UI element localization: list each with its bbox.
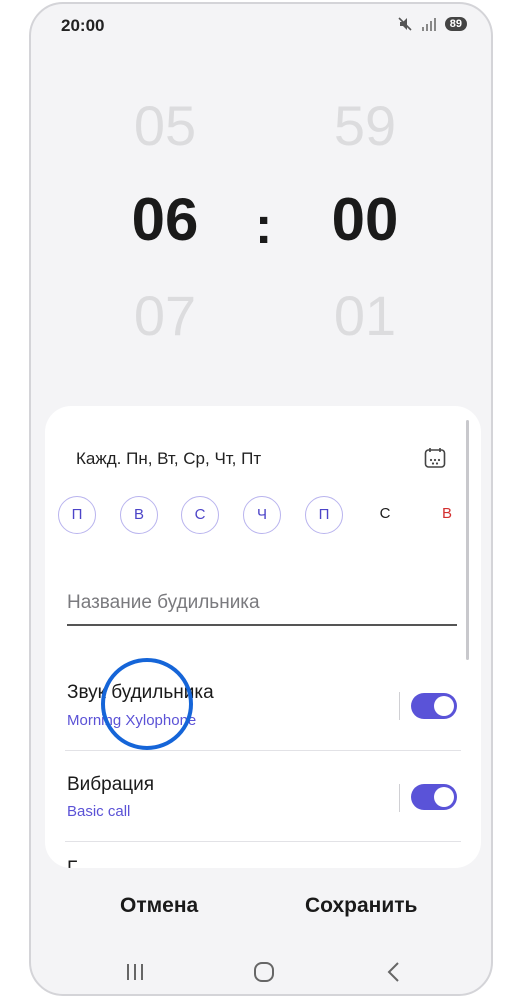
back-button[interactable] xyxy=(374,952,414,992)
day-sunday[interactable]: В xyxy=(428,496,466,534)
scrollbar[interactable] xyxy=(466,420,469,660)
day-wednesday[interactable]: С xyxy=(181,496,219,534)
back-icon xyxy=(387,962,399,982)
day-tuesday[interactable]: В xyxy=(120,496,158,534)
phone-frame: 20:00 89 05 06 07 : 59 00 01 Кажд. Пн, В xyxy=(29,2,493,996)
alarm-name-input[interactable]: Название будильника xyxy=(67,592,457,626)
home-icon xyxy=(254,962,274,982)
day-saturday[interactable]: С xyxy=(366,496,404,534)
day-thursday[interactable]: Ч xyxy=(243,496,281,534)
vibration-toggle[interactable] xyxy=(411,784,457,810)
time-separator: : xyxy=(255,197,273,255)
divider xyxy=(399,784,400,812)
save-button[interactable]: Сохранить xyxy=(305,894,417,918)
divider xyxy=(399,692,400,720)
alarm-settings-card: Кажд. Пн, Вт, Ср, Чт, Пт П В С Ч П С В Н… xyxy=(45,406,481,868)
hour-selected[interactable]: 06 xyxy=(105,190,225,250)
minute-selected[interactable]: 00 xyxy=(305,190,425,250)
alarm-sound-toggle[interactable] xyxy=(411,693,457,719)
vibration-title: Вибрация xyxy=(67,774,155,795)
status-bar: 20:00 89 xyxy=(31,4,491,46)
hour-prev[interactable]: 05 xyxy=(105,98,225,154)
status-icons: 89 xyxy=(397,16,467,32)
divider xyxy=(65,750,461,751)
repeat-summary: Кажд. Пн, Вт, Ср, Чт, Пт xyxy=(76,449,262,468)
day-monday[interactable]: П xyxy=(58,496,96,534)
status-time: 20:00 xyxy=(61,16,105,35)
vibration-value: Basic call xyxy=(67,803,131,820)
signal-icon xyxy=(421,18,436,31)
hour-next[interactable]: 07 xyxy=(105,288,225,344)
home-button[interactable] xyxy=(244,952,284,992)
highlight-ring xyxy=(101,658,193,750)
toggle-knob xyxy=(434,787,454,807)
next-setting-row-partial[interactable]: Г xyxy=(67,858,77,868)
minute-next[interactable]: 01 xyxy=(305,288,425,344)
cancel-button[interactable]: Отмена xyxy=(120,894,198,918)
mute-icon xyxy=(398,17,412,31)
recent-apps-button[interactable] xyxy=(115,952,155,992)
toggle-knob xyxy=(434,696,454,716)
day-friday[interactable]: П xyxy=(305,496,343,534)
battery-indicator: 89 xyxy=(444,17,467,31)
recent-apps-icon xyxy=(127,964,143,980)
calendar-icon xyxy=(424,448,446,468)
navigation-bar xyxy=(31,952,491,992)
calendar-button[interactable] xyxy=(423,446,447,475)
minute-prev[interactable]: 59 xyxy=(305,98,425,154)
divider xyxy=(65,841,461,842)
